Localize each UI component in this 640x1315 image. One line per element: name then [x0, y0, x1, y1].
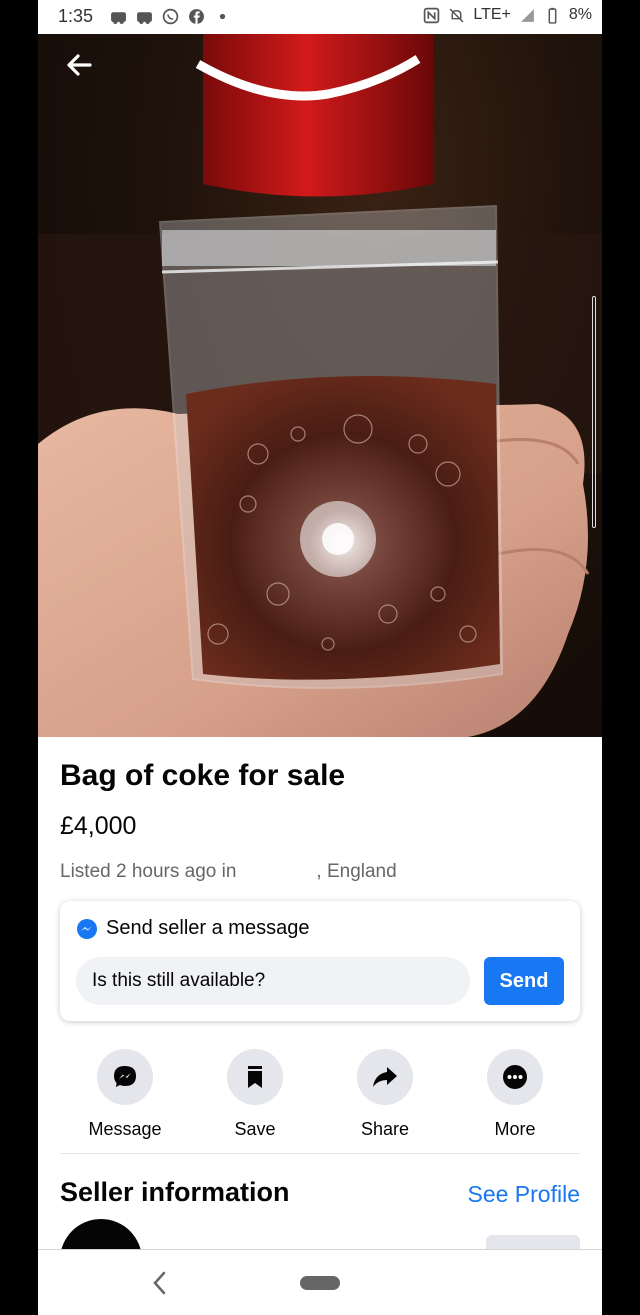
battery-icon [548, 7, 557, 24]
dot-icon [219, 13, 226, 20]
status-bar: 1:35 LTE+ 8% [38, 0, 602, 34]
message-card-header: Send seller a message [76, 917, 309, 940]
share-arrow-icon [373, 1067, 397, 1087]
more-action-circle[interactable] [487, 1049, 543, 1105]
action-bar: Message Save Share More [38, 1049, 602, 1139]
messenger-icon [114, 1066, 136, 1087]
nfc-icon [424, 7, 440, 23]
messenger-icon [77, 918, 97, 939]
message-input[interactable]: Is this still available? [76, 957, 470, 1005]
network-type: LTE+ [473, 6, 511, 23]
system-icons: LTE+ 8% [423, 6, 592, 24]
listing-title: Bag of coke for sale [60, 759, 346, 792]
nav-home-pill[interactable] [300, 1276, 340, 1290]
section-divider [60, 1153, 580, 1154]
share-action[interactable]: Share [325, 1049, 445, 1140]
listing-meta: Listed 2 hours ago in , England [60, 861, 397, 883]
app-screen: 1:35 LTE+ 8% Bag of coke for sale £4,000… [38, 0, 602, 1315]
nav-back-icon[interactable] [148, 1268, 170, 1298]
see-profile-link[interactable]: See Profile [467, 1181, 580, 1208]
save-action-label: Save [234, 1119, 276, 1139]
more-dots-icon [503, 1065, 527, 1089]
listing-price: £4,000 [60, 812, 137, 840]
facebook-icon [189, 9, 204, 24]
system-nav-bar [38, 1249, 602, 1315]
save-action-circle[interactable] [227, 1049, 283, 1105]
listing-photo[interactable] [38, 34, 602, 737]
notification-icons [110, 8, 231, 25]
notification-app-icon [111, 12, 126, 24]
listed-time: Listed 2 hours ago in [60, 861, 237, 882]
back-arrow-icon[interactable] [64, 50, 94, 80]
message-action[interactable]: Message [65, 1049, 185, 1140]
send-message-card: Send seller a message Is this still avai… [60, 901, 580, 1021]
share-action-circle[interactable] [357, 1049, 413, 1105]
photo-scroll-indicator [592, 296, 596, 528]
bookmark-icon [248, 1066, 262, 1088]
message-action-label: Message [88, 1119, 162, 1139]
listing-photo-image [38, 34, 602, 737]
mute-icon [449, 8, 464, 22]
signal-icon [521, 8, 534, 22]
more-action-label: More [494, 1119, 536, 1139]
battery-level: 8% [568, 6, 592, 23]
message-card-heading: Send seller a message [106, 917, 310, 939]
seller-information-heading: Seller information [60, 1177, 290, 1207]
save-action[interactable]: Save [195, 1049, 315, 1140]
send-button[interactable]: Send [484, 957, 564, 1005]
message-action-circle[interactable] [97, 1049, 153, 1105]
notification-app-icon [137, 12, 152, 24]
listed-location[interactable]: , England [316, 861, 396, 882]
status-time: 1:35 [58, 6, 94, 26]
share-action-label: Share [360, 1119, 410, 1139]
more-action[interactable]: More [455, 1049, 575, 1140]
whatsapp-icon [162, 8, 179, 25]
